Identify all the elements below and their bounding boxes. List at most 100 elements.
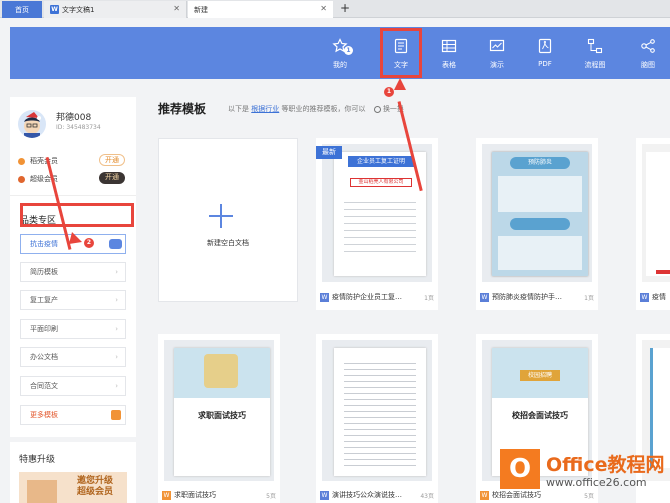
template-title: 求职面试技巧	[174, 491, 216, 499]
chevron-right-icon: ›	[115, 353, 118, 361]
template-caption: W 疫情	[640, 292, 666, 302]
template-caption: W 求职面试技巧 5页	[162, 490, 276, 500]
template-pages: 1页	[424, 294, 434, 302]
nav-pdf-label: PDF	[538, 60, 552, 68]
doc-heading: 求职面试技巧	[198, 411, 246, 420]
nav-flowchart-label: 流程图	[584, 61, 606, 69]
nav-flowchart[interactable]: 流程图	[575, 27, 615, 79]
category-item-more[interactable]: 更多模板	[20, 405, 126, 425]
category-item-label: 简历模板	[30, 268, 58, 276]
promo-banner[interactable]: 邀您升级 超级会员	[19, 472, 127, 503]
tab-document[interactable]: W 文字文稿1 ✕	[44, 1, 187, 18]
writer-doc-icon: W	[480, 292, 489, 302]
template-title: 预防肺炎疫情防护手…	[492, 293, 562, 301]
tab-home-label: 首页	[15, 5, 29, 14]
tab-home[interactable]: 首页	[2, 1, 42, 18]
chevron-right-icon: ›	[115, 382, 118, 390]
document-page: 预防肺炎	[492, 152, 588, 276]
doc-badge: 校园招聘	[520, 370, 560, 381]
add-tab-button[interactable]: +	[337, 1, 353, 17]
refresh-icon[interactable]	[373, 105, 381, 113]
highlight-box-category	[20, 203, 134, 227]
nav-mine-label: 我的	[333, 61, 347, 69]
writer-doc-icon: W	[480, 490, 489, 500]
template-caption: W 疫情防护企业员工复… 1页	[320, 292, 434, 302]
recommend-subtitle: 以下是 根据行业 等职业的推荐模板，你可以 换一换	[228, 104, 404, 114]
close-icon[interactable]: ✕	[320, 4, 327, 13]
subtitle-suffix: 等职业的推荐模板，你可以	[281, 105, 366, 113]
nav-mindmap-label: 脑图	[641, 61, 655, 69]
tab-new-label: 新建	[194, 5, 208, 14]
writer-doc-icon: W	[320, 292, 329, 302]
nav-table-label: 表格	[442, 61, 456, 69]
template-pages: 5页	[266, 492, 276, 500]
tab-new[interactable]: 新建 ✕	[188, 1, 333, 18]
chevron-right-icon: ›	[115, 296, 118, 304]
template-card[interactable]: W 演讲技巧公众演说技… 43页	[316, 334, 438, 503]
promo-text: 邀您升级 超级会员	[77, 476, 113, 498]
template-card[interactable]: 预防肺炎 W 预防肺炎疫情防护手… 1页	[476, 138, 598, 310]
divider	[10, 195, 136, 196]
super-member-icon	[18, 175, 25, 183]
doc-illustration	[498, 176, 582, 212]
category-item-label: 更多模板	[30, 411, 58, 419]
promo-text-line1: 邀您升级	[77, 476, 114, 486]
template-card[interactable]: W 疫情	[636, 138, 670, 310]
avatar[interactable]	[18, 110, 46, 138]
template-thumbnail: 求职面试技巧	[164, 340, 274, 481]
nav-mindmap[interactable]: 脑图	[628, 27, 668, 79]
user-name: 邦德008	[56, 113, 92, 123]
watermark-brand: Office教程网	[546, 454, 665, 476]
category-item-label: 平面印刷	[30, 325, 58, 333]
new-blank-doc-card[interactable]: 新建空白文档	[158, 138, 298, 302]
category-item-label: 合同范文	[30, 382, 58, 390]
template-card[interactable]: 企业员工复工证明 金山稻壳人有限公司 W 疫情防护企业员工复… 1页	[316, 138, 438, 310]
writer-doc-icon: W	[640, 292, 649, 302]
watermark-url: www.office26.com	[546, 476, 647, 489]
chevron-right-icon: ›	[115, 268, 118, 276]
browser-tab-bar: 首页 W 文字文稿1 ✕ 新建 ✕ +	[0, 0, 670, 18]
flowchart-icon	[587, 38, 603, 54]
doc-text-lines	[344, 358, 416, 468]
user-id: ID: 345483734	[56, 124, 101, 131]
industry-link[interactable]: 根据行业	[251, 105, 279, 113]
new-tag: 最新	[316, 146, 342, 159]
tab-document-label: 文字文稿1	[62, 5, 95, 14]
category-item-contract[interactable]: 合同范文 ›	[20, 376, 126, 396]
category-item-label: 复工复产	[30, 296, 58, 304]
doc-heading: 预防肺炎	[510, 157, 570, 169]
doc-banner	[510, 218, 570, 230]
document-page: 求职面试技巧	[174, 348, 270, 476]
template-pages: 43页	[420, 492, 434, 500]
category-item-resume[interactable]: 简历模板 ›	[20, 262, 126, 282]
nav-mine[interactable]: 1 我的	[320, 27, 360, 79]
category-item-office-docs[interactable]: 办公文档 ›	[20, 347, 126, 367]
writer-doc-icon: W	[162, 490, 171, 500]
pdf-icon	[538, 38, 552, 54]
category-item-print[interactable]: 平面印刷 ›	[20, 319, 126, 339]
open-daoke-button[interactable]: 开通	[99, 154, 125, 166]
highlight-box-text	[380, 28, 422, 78]
promo-text-line2: 超级会员	[77, 487, 114, 497]
category-item-resume-work[interactable]: 复工复产 ›	[20, 290, 126, 310]
recommend-title: 推荐模板	[158, 102, 207, 116]
doc-illustration	[498, 236, 582, 270]
doc-heading: 校招会面试技巧	[512, 411, 568, 420]
plus-icon	[209, 204, 233, 228]
template-thumbnail	[642, 144, 670, 282]
nav-presentation-label: 演示	[490, 61, 504, 69]
open-super-button[interactable]: 开通	[99, 172, 125, 184]
promo-title: 特惠升级	[19, 455, 56, 465]
membership-daoke: 稻壳会员	[18, 156, 58, 166]
doc-text-lines	[344, 196, 416, 256]
annotation-badge-1: 1	[384, 87, 394, 97]
doc-stripe	[656, 270, 670, 274]
annotation-badge-2: 2	[84, 238, 94, 248]
writer-doc-icon: W	[320, 490, 329, 500]
close-icon[interactable]: ✕	[173, 4, 180, 13]
nav-pdf[interactable]: PDF	[525, 27, 565, 79]
nav-presentation[interactable]: 演示	[477, 27, 517, 79]
nav-table[interactable]: 表格	[429, 27, 469, 79]
template-card[interactable]: 求职面试技巧 W 求职面试技巧 5页	[158, 334, 280, 503]
document-page	[646, 152, 670, 276]
